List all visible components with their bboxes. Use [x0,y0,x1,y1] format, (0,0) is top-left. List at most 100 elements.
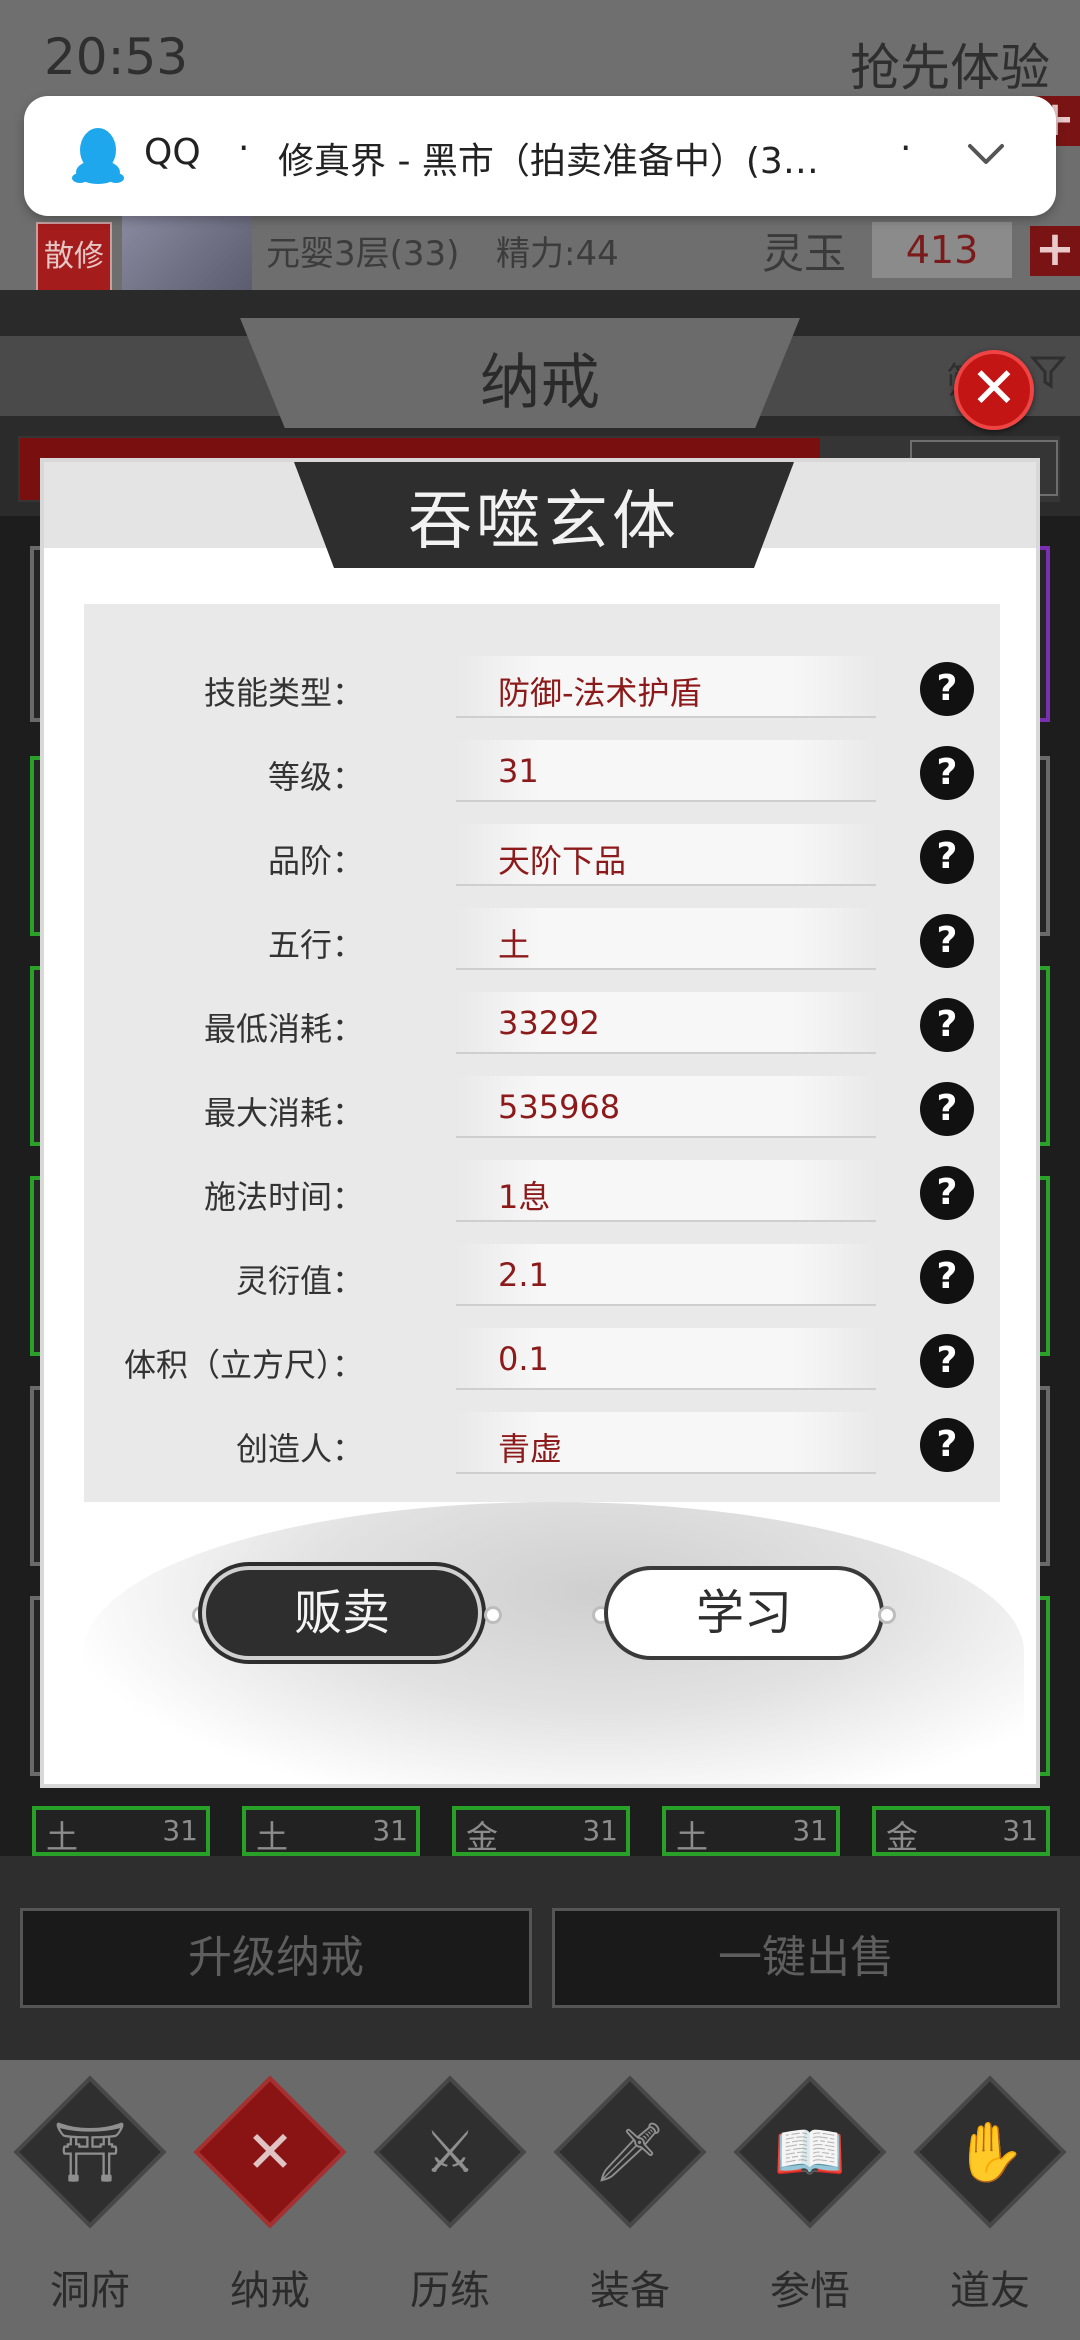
notification-app-name: QQ [144,132,201,173]
learn-button[interactable]: 学习 [604,1566,884,1660]
sell-button[interactable]: 贩卖 [202,1566,482,1660]
property-label: 施法时间： [203,1178,364,1216]
property-row: 施法时间： 1息 ? [84,1150,1000,1234]
slot-level: 31 [1002,1814,1038,1847]
nav-label: 装备 [590,2268,670,2314]
qq-notification[interactable]: QQ · 修真界 - 黑市（拍卖准备中）(3条... · [24,96,1056,216]
property-row: 最大消耗： 535968 ? [84,1066,1000,1150]
property-value: 31 [498,752,539,790]
property-row: 五行： 土 ? [84,898,1000,982]
property-label: 最低消耗： [203,1010,364,1048]
currency-value: 413 [872,222,1012,278]
slot-level: 31 [162,1814,198,1847]
dagger-icon: 🗡 [593,2118,667,2186]
help-icon[interactable]: ? [920,746,974,800]
property-label: 技能类型： [203,674,364,712]
property-value: 土 [498,926,531,964]
help-icon[interactable]: ? [920,1334,974,1388]
dialog-title: 吞噬玄体 [408,485,680,559]
property-value: 1息 [498,1178,551,1216]
status-time: 20:53 [44,28,189,86]
button-knob [484,1606,502,1624]
realm-level: 元婴3层(33) [266,234,460,274]
chevron-down-icon[interactable] [964,132,1008,176]
filter-icon[interactable] [1030,354,1066,390]
slot-tag: 金 31 [872,1806,1050,1856]
help-icon[interactable]: ? [920,998,974,1052]
slot-level: 31 [582,1814,618,1847]
property-label: 体积（立方尺）： [123,1346,364,1384]
pavilion-icon: ⛩ [53,2118,127,2186]
qq-penguin-icon [72,128,124,184]
close-icon: ✕ [970,356,1018,421]
property-value: 0.1 [498,1340,549,1378]
property-row: 技能类型： 防御-法术护盾 ? [84,646,1000,730]
early-access-label: 抢先体验 [850,39,1050,97]
property-value: 535968 [498,1088,621,1126]
energy-value: 精力:44 [496,234,619,274]
skill-detail-dialog: 吞噬玄体 技能类型： 防御-法术护盾 ? 等级： 31 ? 品阶： 天阶下品 ?… [40,458,1040,1788]
property-value: 2.1 [498,1256,549,1294]
slot-tag: 金 31 [452,1806,630,1856]
property-value: 防御-法术护盾 [498,674,702,712]
nav-label: 参悟 [770,2268,850,2314]
property-row: 品阶： 天阶下品 ? [84,814,1000,898]
notification-message: 修真界 - 黑市（拍卖准备中）(3条... [278,141,848,182]
property-row: 灵衍值： 2.1 ? [84,1234,1000,1318]
nav-label: 历练 [410,2268,490,2314]
slot-element: 土 [676,1818,709,1856]
slot-element: 土 [46,1818,79,1856]
property-label: 灵衍值： [235,1262,364,1300]
notification-dot: · [900,128,912,169]
property-row: 创造人： 青虚 ? [84,1402,1000,1486]
property-value: 青虚 [498,1430,563,1468]
skill-properties: 技能类型： 防御-法术护盾 ? 等级： 31 ? 品阶： 天阶下品 ? 五行： … [84,604,1000,1502]
close-dialog-button[interactable]: ✕ [954,350,1034,430]
page-title: 纳戒 [480,348,600,418]
slot-tag: 土 31 [32,1806,210,1856]
help-icon[interactable]: ? [920,830,974,884]
slot-element: 金 [466,1818,499,1856]
avatar[interactable] [122,212,252,292]
nav-item-training[interactable]: ⚔ 历练 [370,2075,530,2330]
button-knob [878,1606,896,1624]
property-value: 天阶下品 [498,842,627,880]
upgrade-ring-button[interactable]: 升级纳戒 [20,1908,532,2008]
property-row: 等级： 31 ? [84,730,1000,814]
help-icon[interactable]: ? [920,1166,974,1220]
nav-label: 道友 [950,2268,1030,2314]
ring-x-icon: ✕ [245,2118,295,2186]
nav-item-ring[interactable]: ✕ 纳戒 [190,2075,350,2330]
handshake-icon: ✋ [953,2118,1027,2186]
nav-label: 纳戒 [230,2268,310,2314]
property-row: 最低消耗： 33292 ? [84,982,1000,1066]
slot-element: 金 [886,1818,919,1856]
slot-tag: 土 31 [242,1806,420,1856]
help-icon[interactable]: ? [920,662,974,716]
slot-tag: 土 31 [662,1806,840,1856]
slot-element: 土 [256,1818,289,1856]
property-label: 等级： [267,758,364,796]
help-icon[interactable]: ? [920,1418,974,1472]
property-row: 体积（立方尺）： 0.1 ? [84,1318,1000,1402]
property-label: 最大消耗： [203,1094,364,1132]
property-label: 五行： [267,926,364,964]
property-label: 创造人： [235,1430,364,1468]
nav-item-friends[interactable]: ✋ 道友 [910,2075,1070,2330]
property-label: 品阶： [267,842,364,880]
add-currency-button[interactable]: + [1030,225,1080,276]
open-book-icon: 📖 [773,2118,847,2186]
sell-all-button[interactable]: 一键出售 [552,1908,1060,2008]
help-icon[interactable]: ? [920,1250,974,1304]
nav-item-comprehend[interactable]: 📖 参悟 [730,2075,890,2330]
help-icon[interactable]: ? [920,1082,974,1136]
currency-label: 灵玉 [762,229,847,278]
help-icon[interactable]: ? [920,914,974,968]
slot-level: 31 [792,1814,828,1847]
nav-item-cave[interactable]: ⛩ 洞府 [10,2075,170,2330]
slot-level: 31 [372,1814,408,1847]
crossed-swords-icon: ⚔ [424,2118,476,2186]
property-value: 33292 [498,1004,600,1042]
nav-label: 洞府 [50,2268,130,2314]
nav-item-equipment[interactable]: 🗡 装备 [550,2075,710,2330]
